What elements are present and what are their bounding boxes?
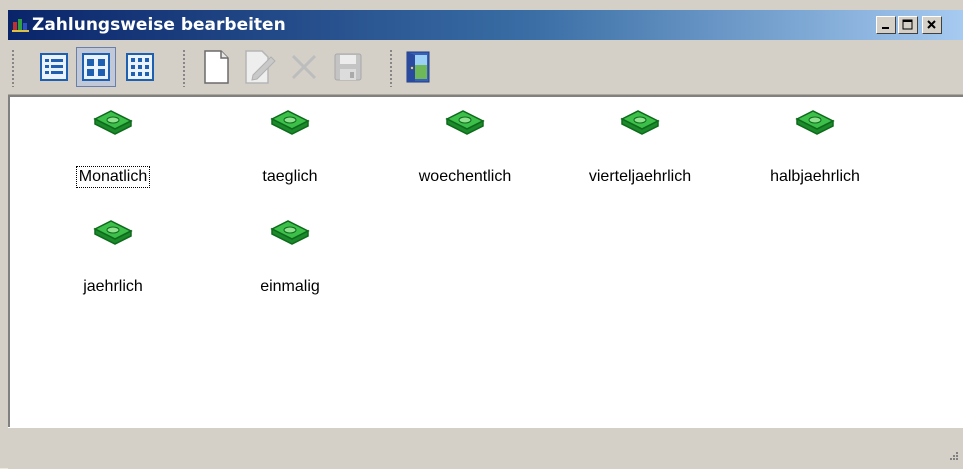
list-item[interactable]: halbjaehrlich <box>740 107 890 187</box>
view-details-button[interactable] <box>34 47 74 87</box>
window: Zahlungsweise bearbeiten Monatlich taegl… <box>0 0 963 469</box>
money-icon <box>93 220 133 245</box>
list-item-label: halbjaehrlich <box>770 168 860 185</box>
list-item[interactable]: Monatlich <box>38 107 188 188</box>
toolbar-grip-3[interactable] <box>389 49 393 87</box>
list-item-label: woechentlich <box>418 168 512 185</box>
title-bar[interactable]: Zahlungsweise bearbeiten <box>8 10 963 40</box>
money-icon <box>795 110 835 135</box>
money-icon <box>93 110 133 135</box>
view-large-icons-button[interactable] <box>76 47 116 87</box>
view-small-icons-button[interactable] <box>120 47 160 87</box>
money-icon <box>270 110 310 135</box>
list-item-label: einmalig <box>260 278 320 295</box>
maximize-button[interactable] <box>898 16 918 34</box>
close-icon <box>927 20 936 29</box>
edit-icon <box>245 50 276 84</box>
save-icon <box>334 53 362 81</box>
list-item[interactable]: einmalig <box>215 217 365 297</box>
large-icons-view-icon <box>82 53 110 81</box>
money-icon <box>270 220 310 245</box>
money-icon <box>620 110 660 135</box>
save-button[interactable] <box>328 47 368 87</box>
toolbar-grip-2[interactable] <box>182 49 186 87</box>
toolbar-grip[interactable] <box>11 49 15 87</box>
item-list[interactable]: Monatlich taeglich woechentlich vierteljaeh… <box>8 95 963 427</box>
list-item[interactable]: taeglich <box>215 107 365 187</box>
list-item-label: jaehrlich <box>83 278 143 295</box>
status-bar <box>8 427 963 469</box>
list-item[interactable]: jaehrlich <box>38 217 188 297</box>
new-document-icon <box>204 50 229 84</box>
edit-button[interactable] <box>240 47 280 87</box>
details-view-icon <box>40 53 68 81</box>
small-icons-view-icon <box>126 53 154 81</box>
list-item[interactable]: vierteljaehrlich <box>565 107 715 187</box>
app-icon <box>12 19 29 32</box>
list-item[interactable]: woechentlich <box>390 107 540 187</box>
close-button[interactable] <box>922 16 942 34</box>
minimize-icon <box>882 27 889 29</box>
new-button[interactable] <box>196 47 236 87</box>
list-item-label: vierteljaehrlich <box>588 168 692 185</box>
delete-icon <box>291 54 317 80</box>
exit-button[interactable] <box>398 47 438 87</box>
list-item-label: Monatlich <box>75 166 151 188</box>
size-grip-icon[interactable] <box>945 449 959 463</box>
delete-button[interactable] <box>284 47 324 87</box>
minimize-button[interactable] <box>876 16 896 34</box>
money-icon <box>445 110 485 135</box>
exit-door-icon <box>406 51 430 83</box>
list-item-label: taeglich <box>262 168 318 185</box>
toolbar <box>8 41 963 95</box>
maximize-icon <box>902 19 913 30</box>
window-title: Zahlungsweise bearbeiten <box>32 15 286 35</box>
